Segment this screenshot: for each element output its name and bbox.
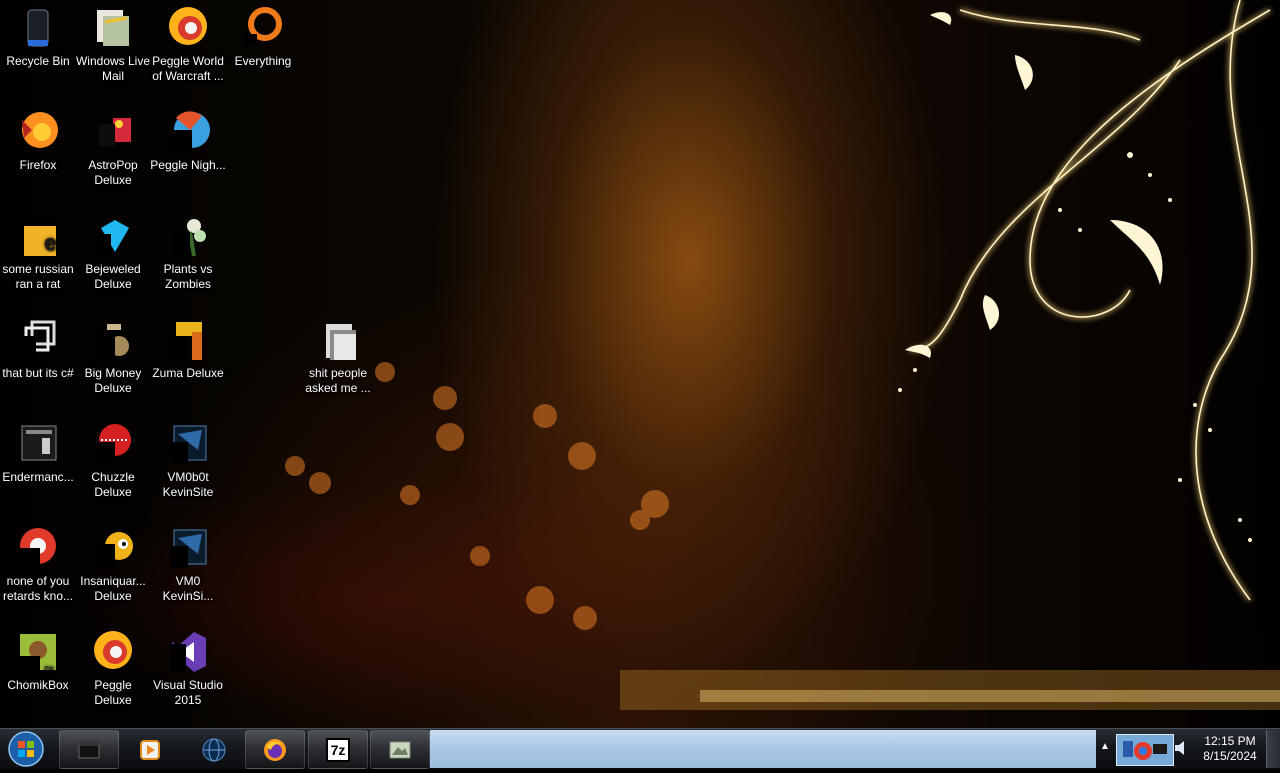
desktop-icon-label: AstroPop Deluxe (88, 158, 138, 187)
desktop-icon[interactable]: Bejeweled Deluxe (75, 208, 151, 304)
recycle-bin-icon (14, 4, 62, 52)
visual-studio-icon (164, 628, 212, 676)
firefox-icon (264, 739, 286, 761)
desktop-icon[interactable]: Insaniquar... Deluxe (75, 520, 151, 616)
windows-start-orb-icon (8, 731, 44, 767)
desktop-icon-label: Recycle Bin (6, 54, 70, 68)
desktop-icon-label: VM0b0t KevinSite (162, 470, 214, 499)
desktop-icon-label: Visual Studio 2015 (153, 678, 223, 707)
image-app-icon (389, 741, 411, 759)
desktop-icon-label: Big Money Deluxe (84, 366, 142, 395)
vm-site-icon (164, 524, 212, 572)
chuzzle-icon (89, 420, 137, 468)
desktop-icon-label: Firefox (19, 158, 57, 172)
media-player-icon (140, 740, 160, 760)
desktop-icon[interactable]: e some russian ran a rat (0, 208, 76, 304)
desktop-icon[interactable]: Plants vs Zombies (150, 208, 226, 304)
start-button[interactable] (6, 730, 46, 768)
peggle-icon (164, 4, 212, 52)
mail-icon (89, 4, 137, 52)
desktop-icon-label: Peggle Nigh... (150, 158, 226, 172)
desktop-icon-label: none of you retards kno... (2, 574, 74, 603)
desktop-icon[interactable]: Firefox (0, 104, 76, 200)
desktop-icon[interactable]: Windows Live Mail (75, 0, 151, 96)
desktop-icon-label: ChomikBox (7, 678, 69, 692)
desktop-icon[interactable]: VM0 KevinSi... (150, 520, 226, 616)
chomikbox-icon: ox (14, 628, 62, 676)
astropop-icon (89, 108, 137, 156)
desktop-icon[interactable]: Peggle Deluxe (75, 624, 151, 720)
zuma-icon (164, 316, 212, 364)
big-money-icon (89, 316, 137, 364)
endermanch-icon (14, 420, 62, 468)
svg-text:ox: ox (44, 663, 54, 673)
bejeweled-icon (89, 212, 137, 260)
plants-vs-zombies-icon (164, 212, 212, 260)
show-hidden-icons-button[interactable]: ▲ (1100, 741, 1110, 752)
desktop-icon-label: Bejeweled Deluxe (85, 262, 141, 291)
command-prompt-icon (78, 742, 100, 759)
clock-time: 12:15 PM (1204, 734, 1256, 748)
desktop-icon[interactable]: Everything (225, 0, 301, 96)
desktop-icon[interactable]: AstroPop Deluxe (75, 104, 151, 200)
desktop-icon[interactable]: Recycle Bin (0, 0, 76, 96)
desktop-icon[interactable]: Zuma Deluxe (150, 312, 226, 408)
desktop-icon-label: Plants vs Zombies (163, 262, 213, 291)
clock-date: 8/15/2024 (1203, 749, 1257, 763)
desktop-icon[interactable]: Chuzzle Deluxe (75, 416, 151, 512)
7zip-icon: 7z (326, 738, 350, 762)
desktop-icon-label: shit people asked me ... (305, 366, 371, 395)
desktop-icon-label: Insaniquar... Deluxe (80, 574, 146, 603)
tray-app-icons (1123, 741, 1167, 760)
desktop-icon-label: Everything (234, 54, 292, 68)
folder-icon (314, 316, 362, 364)
desktop-icon[interactable]: ox ChomikBox (0, 624, 76, 720)
desktop-icon[interactable]: VM0b0t KevinSite (150, 416, 226, 512)
peggle-nights-icon (164, 108, 212, 156)
desktop-icon[interactable]: that but its c# (0, 312, 76, 408)
tray-icons-area[interactable] (1116, 734, 1174, 766)
desktop-icon-label: Peggle Deluxe (94, 678, 132, 707)
desktop-icon-label: that but its c# (2, 366, 74, 380)
everything-search-icon (239, 4, 287, 52)
taskbar-7zip-button[interactable]: 7z (308, 730, 368, 769)
system-clock[interactable]: 12:15 PM 8/15/2024 (1196, 734, 1264, 764)
desktop-icon[interactable]: Peggle Nigh... (150, 104, 226, 200)
desktop-icon-label: VM0 KevinSi... (162, 574, 214, 603)
folder-stack-icon (14, 316, 62, 364)
vm-site-icon (164, 420, 212, 468)
desktop-icon[interactable]: none of you retards kno... (0, 520, 76, 616)
taskbar-command-prompt-button[interactable] (59, 730, 119, 769)
taskbar-globe-button[interactable] (184, 730, 244, 769)
desktop-icon[interactable]: Endermanc... (0, 416, 76, 512)
desktop-icon-label: some russian ran a rat (2, 262, 74, 291)
chrome-icon (14, 524, 62, 572)
peggle-icon (89, 628, 137, 676)
desktop-icon[interactable]: Visual Studio 2015 (150, 624, 226, 720)
volume-icon[interactable] (1174, 740, 1188, 756)
taskbar-firefox-button[interactable] (245, 730, 305, 769)
show-desktop-button[interactable] (1266, 730, 1280, 768)
svg-text:e: e (44, 230, 56, 255)
insaniquarium-icon (89, 524, 137, 572)
taskbar: 7z ▲ 12:15 PM 8/15/2024 (0, 728, 1280, 769)
desktop-icon-label: Chuzzle Deluxe (91, 470, 135, 499)
desktop-icon-label: Peggle World of Warcraft ... (152, 54, 224, 83)
desktop-icon-label: Endermanc... (2, 470, 74, 484)
desktop-icon[interactable]: Peggle World of Warcraft ... (150, 0, 226, 96)
taskbar-image-app-button[interactable] (370, 730, 430, 769)
desktop-icon[interactable]: shit people asked me ... (300, 312, 376, 408)
taskbar-empty-area[interactable] (430, 730, 1096, 768)
desktop-icon-label: Zuma Deluxe (152, 366, 224, 380)
document-icon: e (14, 212, 62, 260)
taskbar-media-player-button[interactable] (120, 730, 180, 769)
desktop-icon[interactable]: Big Money Deluxe (75, 312, 151, 408)
globe-icon (202, 738, 226, 762)
desktop-icon-label: Windows Live Mail (75, 54, 151, 83)
firefox-icon (14, 108, 62, 156)
